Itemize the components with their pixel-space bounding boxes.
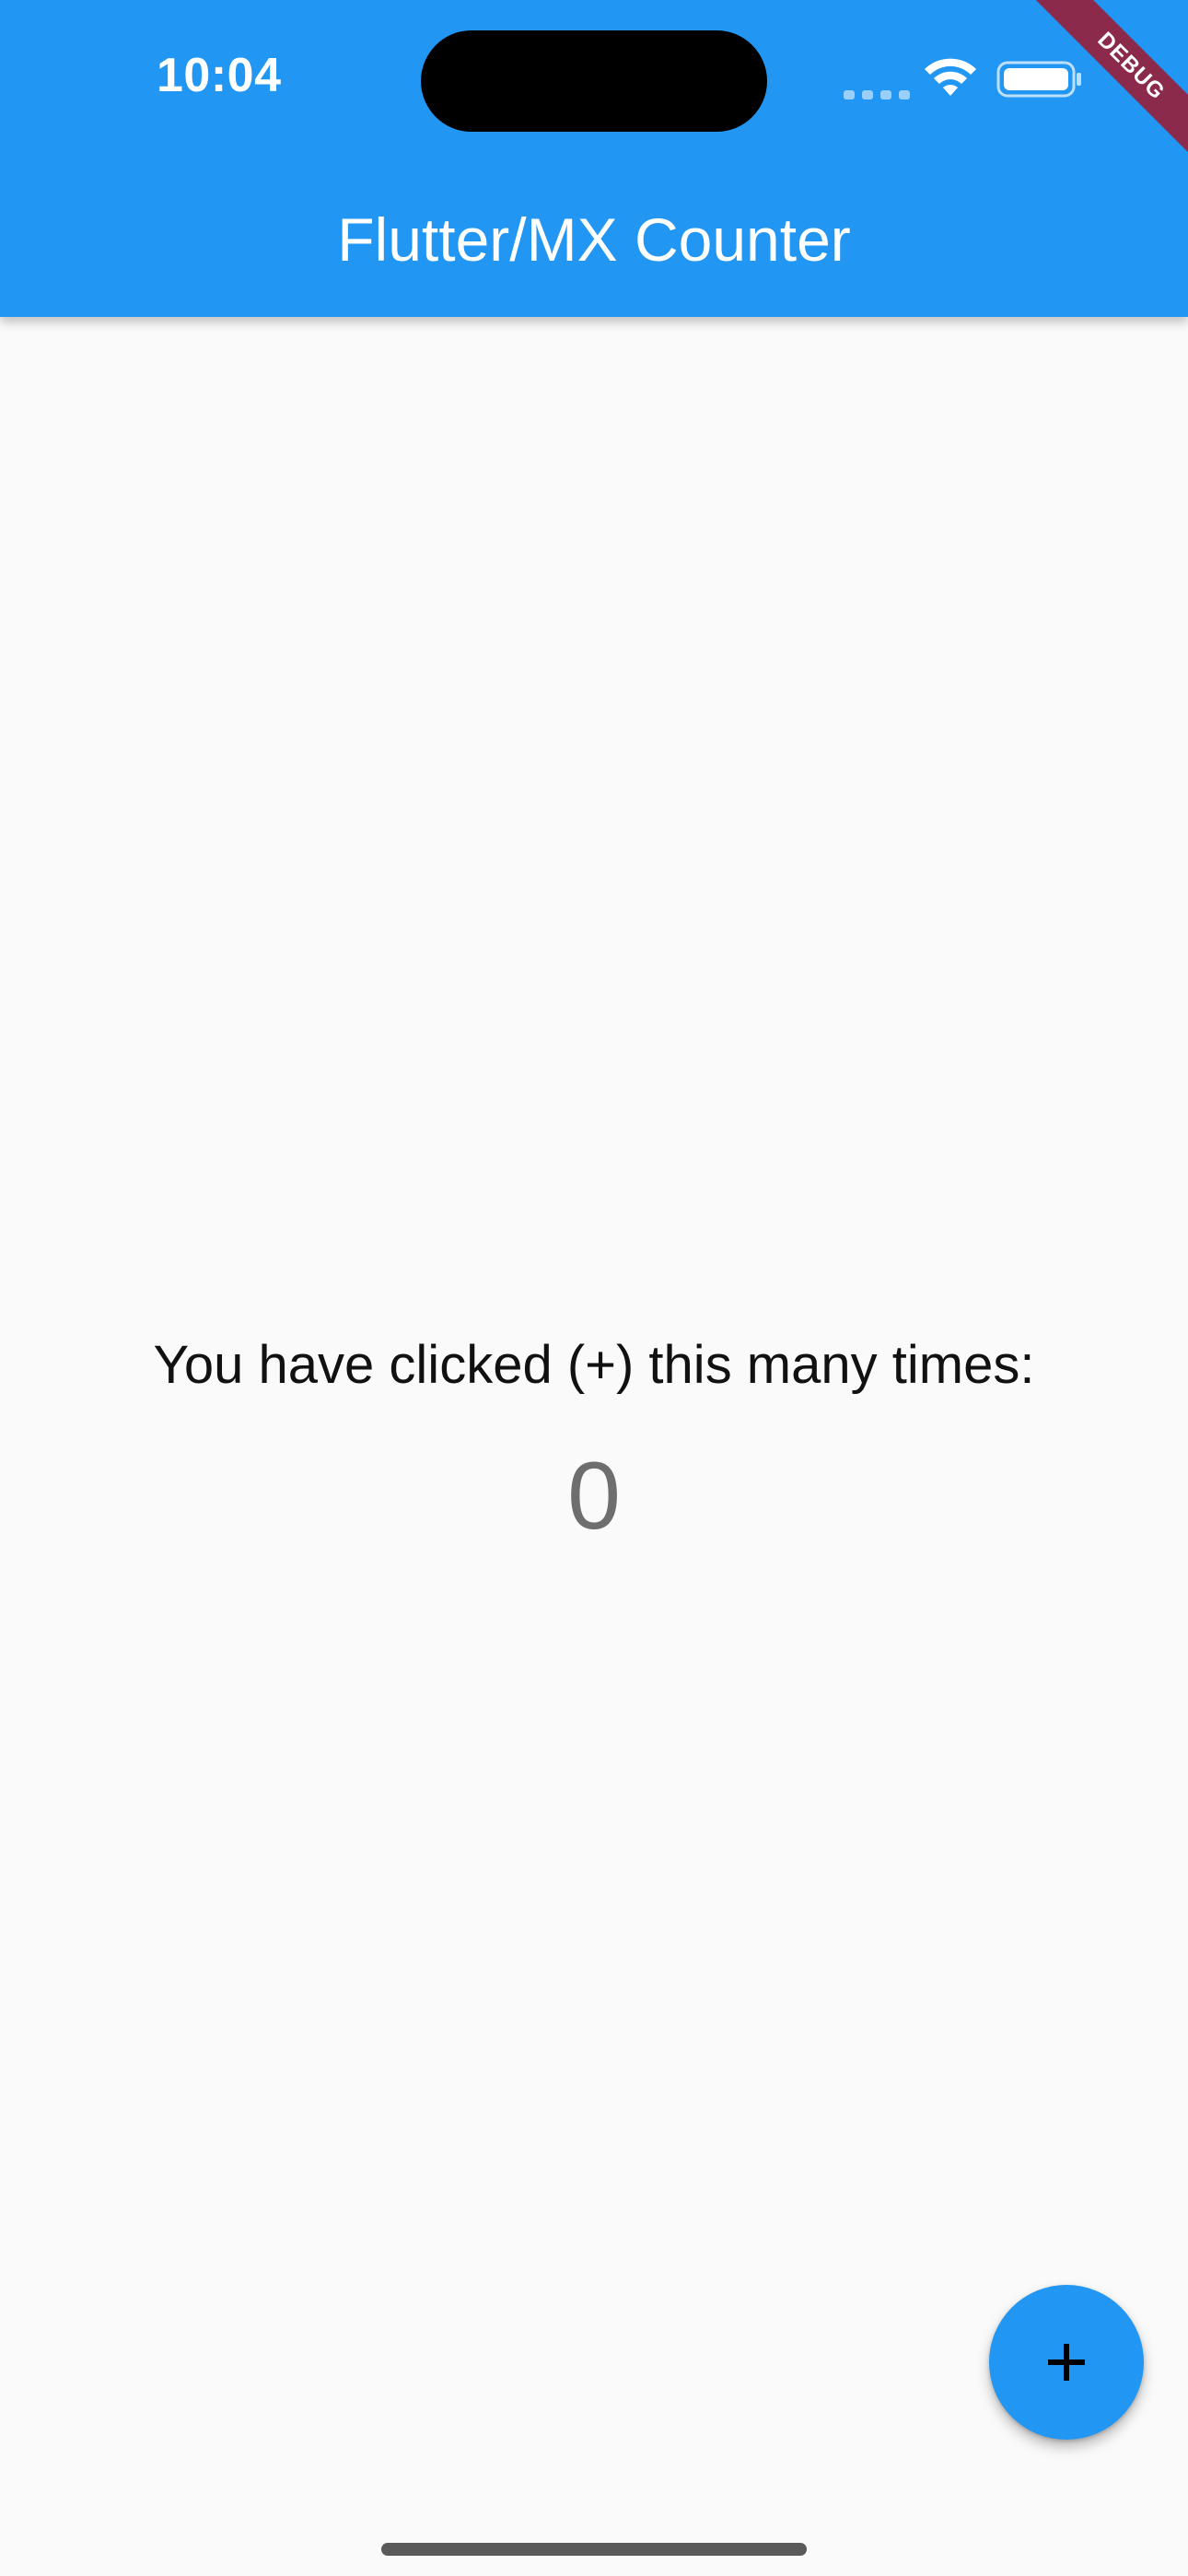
app-screen: 10:04 Flutter/MX Counter DEBUG You have … bbox=[0, 0, 1188, 2576]
plus-icon bbox=[1048, 2344, 1085, 2381]
debug-label: DEBUG bbox=[1031, 0, 1188, 166]
app-title: Flutter/MX Counter bbox=[337, 205, 851, 274]
dynamic-island bbox=[421, 30, 767, 132]
cellular-signal-icon bbox=[844, 90, 910, 100]
click-count-value: 0 bbox=[567, 1443, 621, 1550]
increment-button[interactable] bbox=[989, 2285, 1144, 2440]
click-count-label: You have clicked (+) this many times: bbox=[153, 1335, 1035, 1395]
home-indicator[interactable] bbox=[381, 2543, 807, 2556]
status-time: 10:04 bbox=[157, 49, 282, 102]
debug-banner: DEBUG bbox=[1004, 0, 1188, 184]
wifi-icon bbox=[925, 58, 976, 96]
